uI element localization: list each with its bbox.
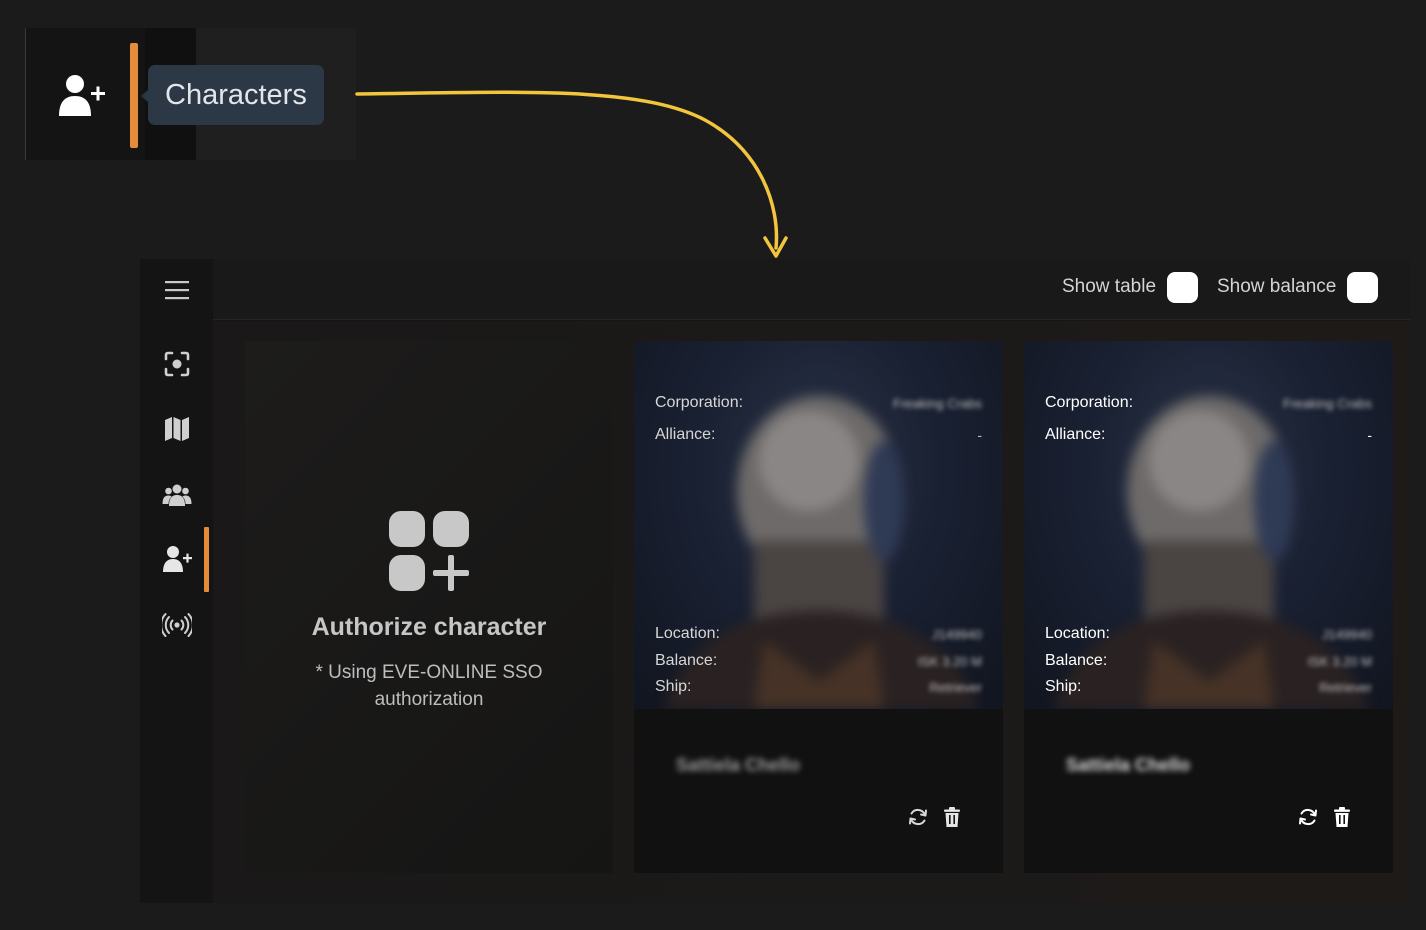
target-scan-icon: [164, 351, 189, 377]
grid-plus-icon: [389, 511, 469, 591]
sidebar-item-groups[interactable]: [140, 465, 213, 525]
zoom-callout: Characters: [25, 28, 356, 160]
characters-tooltip: Characters: [141, 65, 324, 125]
user-plus-icon[interactable]: [59, 72, 105, 118]
map-icon: [164, 417, 189, 441]
sidebar-item-characters[interactable]: [140, 529, 213, 589]
alliance-row: Alliance: -: [655, 425, 982, 445]
characters-content: Authorize character * Using EVE-ONLINE S…: [213, 321, 1410, 903]
balance-label: Balance:: [655, 652, 718, 669]
users-group-icon: [162, 484, 191, 506]
app-window: Show table Show balance Authorize charac…: [140, 259, 1410, 903]
location-label: Location:: [1045, 625, 1110, 642]
show-balance-toggle-group: Show balance: [1217, 271, 1379, 303]
alliance-value: -: [977, 427, 982, 443]
character-name: Sattiela Chello: [1066, 755, 1191, 775]
sidebar-item-signals[interactable]: [140, 595, 213, 655]
corporation-row: Corporation: Freaking Crabs: [655, 393, 982, 413]
balance-value: ISK 3.20 M: [1307, 653, 1372, 669]
corporation-value: Freaking Crabs: [893, 395, 982, 411]
authorize-character-subtitle: * Using EVE-ONLINE SSO authorization: [315, 662, 543, 710]
sidebar-item-scan[interactable]: [140, 334, 213, 394]
trash-icon: [1334, 807, 1350, 827]
corporation-label: Corporation:: [1045, 394, 1134, 411]
alliance-value: -: [1367, 427, 1372, 443]
user-plus-icon: [162, 546, 192, 572]
refresh-icon: [1299, 808, 1317, 826]
balance-row: Balance: ISK 3.20 M: [1045, 651, 1372, 671]
show-table-toggle-group: Show table: [1062, 271, 1199, 303]
sidebar-item-map[interactable]: [140, 399, 213, 459]
authorize-character-title: Authorize character: [311, 613, 547, 641]
trash-icon: [944, 807, 960, 827]
show-balance-toggle[interactable]: [1347, 271, 1379, 303]
broadcast-signal-icon: [161, 613, 192, 637]
character-card: Corporation: Freaking Crabs Alliance: - …: [634, 341, 1003, 873]
corporation-row: Corporation: Freaking Crabs: [1045, 393, 1372, 413]
corporation-label: Corporation:: [655, 394, 744, 411]
balance-row: Balance: ISK 3.20 M: [655, 651, 982, 671]
delete-button[interactable]: [941, 806, 963, 828]
location-label: Location:: [655, 625, 720, 642]
delete-button[interactable]: [1331, 806, 1353, 828]
alliance-label: Alliance:: [655, 426, 716, 443]
show-table-label: Show table: [1062, 276, 1157, 297]
balance-value: ISK 3.20 M: [917, 653, 982, 669]
alliance-label: Alliance:: [1045, 426, 1106, 443]
ship-row: Ship: Retriever: [655, 677, 982, 697]
location-value: J149940: [932, 626, 982, 642]
balance-label: Balance:: [1045, 652, 1108, 669]
ship-label: Ship:: [655, 678, 692, 695]
character-name: Sattiela Chello: [676, 755, 801, 775]
show-balance-label: Show balance: [1217, 276, 1337, 297]
location-row: Location: J149940: [655, 624, 982, 644]
character-actions: [1297, 806, 1353, 828]
refresh-icon: [909, 808, 927, 826]
top-bar: Show table Show balance: [213, 259, 1410, 320]
alliance-row: Alliance: -: [1045, 425, 1372, 445]
callout-active-indicator: [130, 43, 138, 148]
ship-value: Retriever: [929, 679, 982, 695]
ship-value: Retriever: [1319, 679, 1372, 695]
ship-row: Ship: Retriever: [1045, 677, 1372, 697]
location-value: J149940: [1322, 626, 1372, 642]
ship-label: Ship:: [1045, 678, 1082, 695]
character-card: Corporation: Freaking Crabs Alliance: - …: [1024, 341, 1393, 873]
character-actions: [907, 806, 963, 828]
refresh-button[interactable]: [1297, 806, 1319, 828]
refresh-button[interactable]: [907, 806, 929, 828]
sidebar: [140, 259, 213, 903]
hamburger-icon: [164, 280, 189, 299]
authorize-character-card[interactable]: Authorize character * Using EVE-ONLINE S…: [245, 341, 613, 873]
sidebar-active-indicator: [204, 527, 209, 592]
show-table-toggle[interactable]: [1167, 271, 1199, 303]
hamburger-menu-button[interactable]: [140, 259, 213, 320]
location-row: Location: J149940: [1045, 624, 1372, 644]
corporation-value: Freaking Crabs: [1283, 395, 1372, 411]
